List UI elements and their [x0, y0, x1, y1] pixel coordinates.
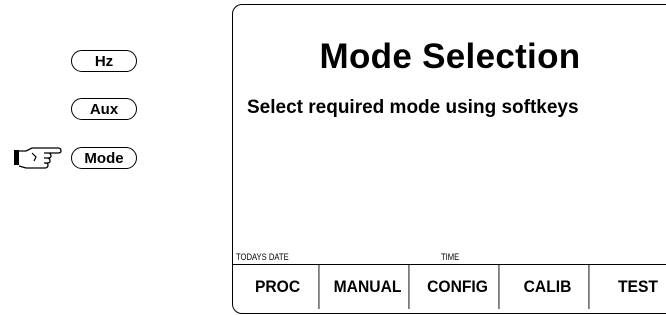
- aux-key[interactable]: Aux: [71, 98, 137, 120]
- screen-subtitle: Select required mode using softkeys: [247, 97, 579, 118]
- softkey-proc[interactable]: PROC: [237, 265, 320, 309]
- softkey-config[interactable]: CONFIG: [417, 265, 500, 309]
- aux-key-label: Aux: [89, 100, 119, 118]
- display-screen: Mode Selection Select required mode usin…: [232, 4, 666, 314]
- mode-key[interactable]: Mode: [71, 147, 137, 169]
- softkey-manual[interactable]: MANUAL: [327, 265, 410, 309]
- softkey-bar: PROC MANUAL CONFIG CALIB TEST: [233, 264, 666, 315]
- softkey-test[interactable]: TEST: [597, 265, 666, 309]
- hz-key-label: Hz: [94, 52, 114, 70]
- pointing-hand-icon: [14, 147, 62, 169]
- time-label: TIME: [441, 252, 460, 262]
- screen-title: Mode Selection: [319, 37, 581, 76]
- hz-key[interactable]: Hz: [71, 50, 137, 72]
- softkey-calib[interactable]: CALIB: [507, 265, 590, 309]
- date-label: TODAYS DATE: [236, 252, 289, 262]
- mode-key-label: Mode: [84, 149, 124, 167]
